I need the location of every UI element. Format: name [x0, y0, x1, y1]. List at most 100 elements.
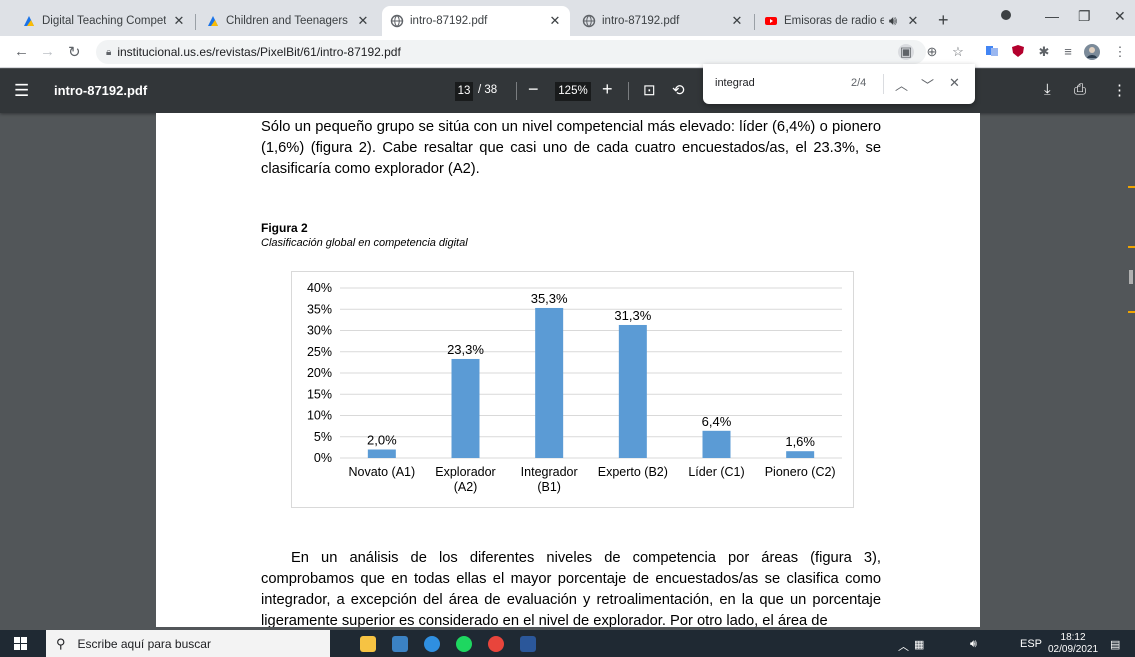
bookmark-star-icon[interactable]: ☆ [950, 44, 966, 60]
page-total: / 38 [478, 84, 498, 96]
y-tick-label: 30% [307, 324, 332, 338]
body-paragraph: Sólo un pequeño grupo se sitúa con un ni… [261, 119, 881, 177]
file-explorer-icon[interactable] [360, 636, 376, 652]
body-paragraph: En un análisis de los diferentes niveles… [261, 550, 881, 627]
x-tick-label: Novato (A1) [348, 465, 415, 479]
tab-intro-pdf-active[interactable]: intro-87192.pdf ✕ [382, 6, 570, 36]
find-previous-icon[interactable]: ︿ [895, 75, 908, 94]
search-icon: ⚲ [56, 635, 66, 651]
profile-dot-icon[interactable] [1000, 8, 1012, 24]
find-bar: integrad 2/4 ︿ ﹀ ✕ [703, 64, 975, 104]
close-icon[interactable]: ✕ [906, 13, 920, 29]
x-tick-label: Experto (B2) [598, 465, 668, 479]
volume-icon[interactable]: 🔊︎ [970, 638, 977, 651]
windows-start-icon[interactable] [14, 637, 27, 653]
hamburger-menu-icon[interactable]: ☰ [14, 81, 29, 101]
tab-digital-teaching[interactable]: Digital Teaching Competence ✕ [14, 6, 194, 36]
download-icon[interactable]: ⤓ [1044, 81, 1051, 98]
bar [786, 451, 815, 458]
scroll-find-marker [1128, 186, 1135, 188]
close-window-icon[interactable]: ✕ [1114, 8, 1126, 25]
close-icon[interactable]: ✕ [548, 13, 562, 29]
rotate-icon[interactable]: ⟲ [672, 81, 685, 99]
zoom-icon[interactable]: ⊕ [924, 44, 940, 60]
zoom-level-input[interactable]: 125% [555, 82, 591, 101]
notifications-icon[interactable]: ▤ [1110, 638, 1120, 651]
ublock-icon[interactable] [1010, 44, 1026, 60]
print-icon[interactable]: ⎙ [1074, 81, 1086, 98]
reading-list-icon[interactable]: ≡ [1060, 44, 1076, 60]
page-number-input[interactable]: 13 [455, 82, 473, 101]
avatar[interactable] [1084, 44, 1100, 60]
x-tick-label: Líder (C1) [688, 465, 744, 479]
spotify-icon[interactable] [456, 636, 472, 652]
find-divider [883, 74, 884, 94]
scroll-find-marker [1128, 246, 1135, 248]
onedrive-icon[interactable] [424, 636, 440, 652]
globe-icon [390, 14, 404, 28]
windows-taskbar: ⚲ Escribe aquí para buscar ︿ ▦ 🔊︎ ESP 18… [0, 630, 1135, 657]
bar [451, 358, 480, 458]
menu-kebab-icon[interactable]: ⋮ [1112, 44, 1128, 60]
translate-icon[interactable] [984, 44, 1000, 60]
back-icon[interactable]: ← [14, 43, 29, 60]
pdf-filename: intro-87192.pdf [54, 83, 148, 98]
data-label: 23,3% [447, 342, 484, 357]
pdf-page-icon[interactable]: ▣ [898, 44, 914, 60]
fit-page-icon[interactable]: ⊡ [643, 81, 656, 99]
site-favicon-icon [206, 14, 220, 28]
extensions-icon[interactable]: ✱ [1036, 44, 1052, 60]
bar [535, 307, 564, 458]
speaker-icon[interactable]: 🔊︎ [886, 13, 900, 29]
x-tick-label: (B1) [537, 480, 561, 494]
maximize-icon[interactable]: ❐ [1078, 8, 1091, 25]
tray-chevron-icon[interactable]: ︿ [898, 638, 909, 654]
network-icon[interactable]: ▦ [914, 638, 924, 651]
lock-icon: 🔒︎ [106, 46, 112, 58]
close-icon[interactable]: ✕ [356, 13, 370, 29]
chart-canvas: 0% 5% 10% 15% 20% 25% 30% 35% 40% 2,0% Novato (A1)… [307, 281, 842, 494]
tab-title: intro-87192.pdf [602, 15, 680, 27]
taskbar-search-placeholder: Escribe aquí para buscar [77, 636, 211, 651]
x-tick-label: (A2) [454, 480, 478, 494]
globe-icon [582, 14, 596, 28]
tab-intro-pdf[interactable]: intro-87192.pdf ✕ [574, 6, 752, 36]
bar [618, 324, 647, 458]
figure-caption: Clasificación global en competencia digi… [261, 237, 468, 249]
forward-icon[interactable]: → [40, 43, 55, 60]
tab-title: Digital Teaching Competence [42, 15, 166, 27]
reload-icon[interactable]: ↻ [68, 43, 81, 61]
zoom-out-icon[interactable]: − [528, 79, 539, 100]
clock-time: 18:12 [1060, 632, 1086, 643]
find-input[interactable]: integrad [715, 77, 755, 89]
scrollbar-thumb[interactable] [1129, 270, 1133, 284]
tab-title: Children and Teenagers and C [226, 15, 350, 27]
find-match-count: 2/4 [851, 77, 867, 89]
tab-title: intro-87192.pdf [410, 15, 488, 27]
minimize-icon[interactable]: — [1045, 8, 1059, 24]
chrome-icon[interactable] [488, 636, 504, 652]
word-icon[interactable] [520, 636, 536, 652]
taskbar-search[interactable]: ⚲ Escribe aquí para buscar [46, 630, 330, 657]
bar [702, 430, 731, 458]
data-label: 35,3% [531, 291, 568, 306]
data-label: 1,6% [785, 434, 815, 449]
zoom-in-icon[interactable]: + [602, 79, 613, 100]
tab-title: Emisoras de radio españ [784, 15, 884, 27]
pdf-page: Sólo un pequeño grupo se sitúa con un ni… [156, 113, 980, 627]
tab-emisoras-radio[interactable]: Emisoras de radio españ 🔊︎ ✕ [756, 6, 928, 36]
tab-children-teenagers[interactable]: Children and Teenagers and C ✕ [198, 6, 378, 36]
find-next-icon[interactable]: ﹀ [921, 75, 934, 94]
new-tab-icon[interactable]: + [938, 10, 949, 31]
clock[interactable]: 18:12 02/09/2021 [1048, 632, 1098, 656]
find-close-icon[interactable]: ✕ [949, 75, 960, 91]
more-options-icon[interactable]: ⋮ [1112, 81, 1127, 99]
figure-title: Figura 2 [261, 221, 308, 235]
address-bar[interactable]: 🔒︎ institucional.us.es/revistas/PixelBit… [96, 40, 926, 64]
language-indicator[interactable]: ESP [1020, 638, 1042, 650]
close-icon[interactable]: ✕ [730, 13, 744, 29]
clock-date: 02/09/2021 [1048, 644, 1099, 655]
close-icon[interactable]: ✕ [172, 13, 186, 29]
mail-icon[interactable] [392, 636, 408, 652]
y-tick-label: 35% [307, 302, 332, 316]
